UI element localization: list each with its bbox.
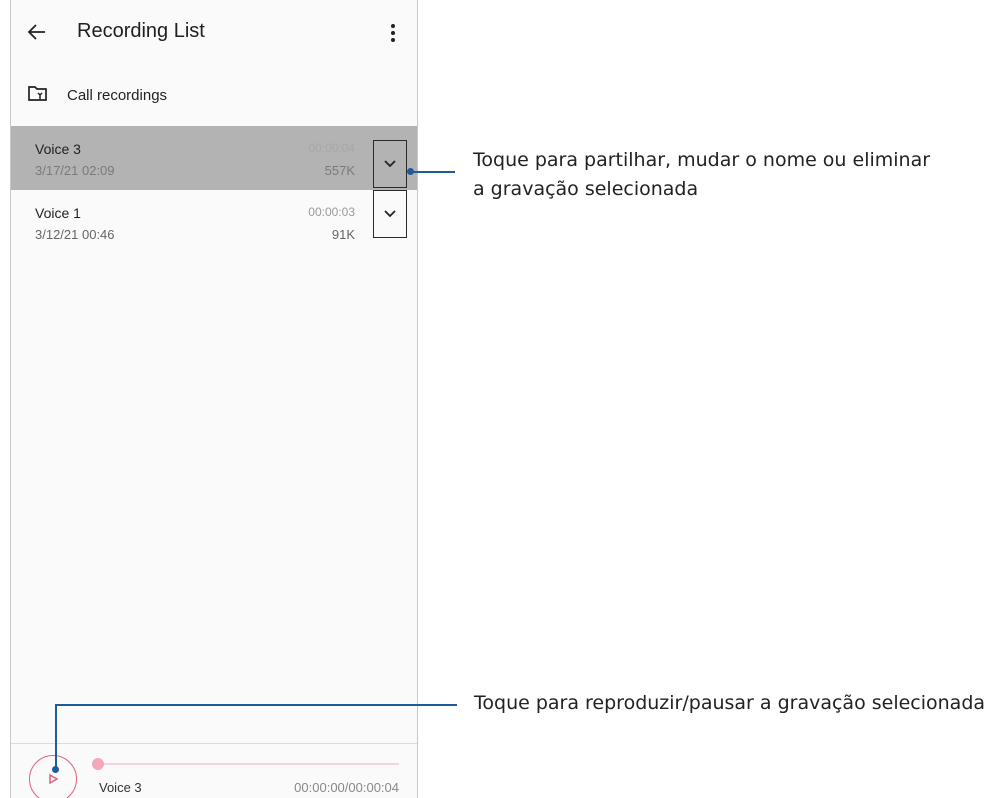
call-recordings-label: Call recordings [67, 87, 168, 104]
app-bar: Recording List [11, 0, 417, 66]
recording-duration: 00:00:03 [308, 205, 355, 219]
expand-button-voice-1[interactable] [373, 190, 407, 238]
player-bar: Voice 3 00:00:00/00:00:04 [11, 744, 417, 798]
recording-duration: 00:00:04 [308, 141, 355, 155]
call-recordings-item[interactable]: Call recordings [11, 72, 417, 118]
callout-play-text: Toque para reproduzir/pausar a gravação … [474, 692, 986, 714]
callout-expand-line-2: a gravação selecionada [473, 178, 699, 200]
recording-name: Voice 1 [35, 205, 81, 221]
arrow-left-icon [27, 24, 45, 40]
recording-row-voice-3[interactable]: Voice 3 3/17/21 02:09 00:00:04 557K [11, 126, 417, 190]
callout-line [55, 704, 57, 768]
play-pause-button[interactable] [29, 755, 77, 798]
more-options-button[interactable] [385, 20, 401, 46]
recording-date: 3/17/21 02:09 [35, 163, 115, 178]
more-vertical-icon [391, 24, 395, 42]
callout-expand-line-1: Toque para partilhar, mudar o nome ou el… [473, 149, 931, 171]
progress-track[interactable] [97, 763, 399, 765]
callout-line [55, 704, 457, 706]
folder-call-icon [28, 86, 47, 101]
back-button[interactable] [23, 18, 51, 46]
playback-time: 00:00:00/00:00:04 [294, 780, 399, 795]
recording-name: Voice 3 [35, 141, 81, 157]
recording-size: 557K [324, 163, 355, 178]
callout-expand-text: Toque para partilhar, mudar o nome ou el… [473, 146, 930, 204]
recording-size: 91K [331, 227, 355, 242]
expand-button-voice-3[interactable] [373, 140, 407, 188]
progress-thumb[interactable] [92, 758, 104, 770]
now-playing-name: Voice 3 [99, 780, 142, 795]
page-title: Recording List [77, 20, 205, 42]
play-icon [49, 773, 59, 785]
chevron-down-icon [384, 160, 396, 168]
recording-row-voice-1[interactable]: Voice 1 3/12/21 00:46 00:00:03 91K [11, 190, 417, 254]
callout-line [411, 171, 455, 173]
chevron-down-icon [384, 210, 396, 218]
recording-date: 3/12/21 00:46 [35, 227, 115, 242]
recording-list-screen: Recording List Call recordings Voice 3 3… [10, 0, 418, 798]
